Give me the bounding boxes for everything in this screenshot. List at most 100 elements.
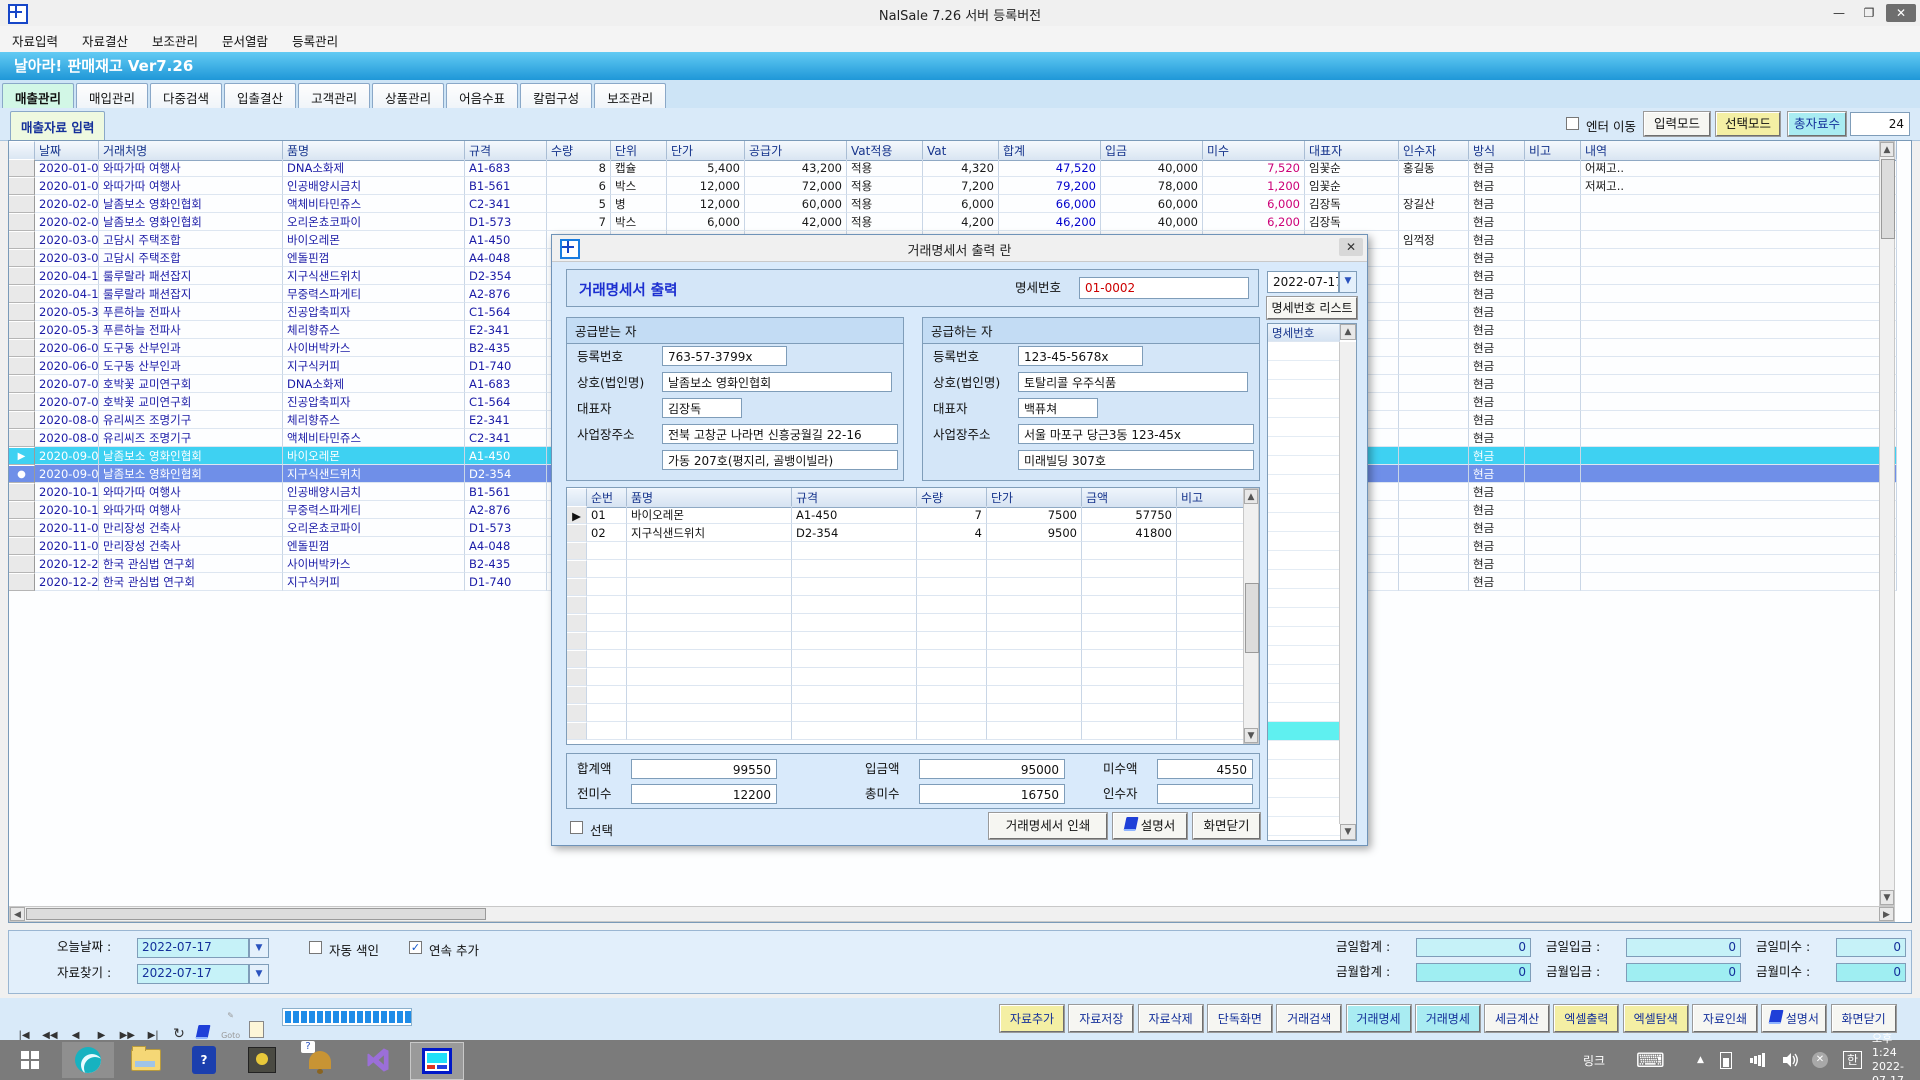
- items-cell[interactable]: [987, 578, 1082, 596]
- toolbar-button-6[interactable]: 거래명세: [1416, 1005, 1480, 1032]
- grid-cell[interactable]: 현금: [1469, 483, 1525, 501]
- statement-no-field[interactable]: 01-0002: [1079, 277, 1249, 299]
- grid-cell[interactable]: 날좀보소 영화인협회: [99, 195, 283, 213]
- grid-cell[interactable]: 현금: [1469, 555, 1525, 573]
- grid-cell[interactable]: 2020-08-03: [35, 411, 99, 429]
- grid-cell[interactable]: 6,200: [1203, 213, 1305, 231]
- items-cell[interactable]: [1082, 632, 1177, 650]
- items-row-selector[interactable]: [567, 722, 587, 740]
- statement-list-item[interactable]: [1268, 627, 1340, 646]
- seller-name-field[interactable]: 토탈리콜 우주식품: [1018, 372, 1248, 392]
- toolbar-button-10[interactable]: 자료인쇄: [1693, 1005, 1757, 1032]
- grid-cell[interactable]: [1525, 159, 1581, 177]
- grid-cell[interactable]: 만리장성 건축사: [99, 519, 283, 537]
- grid-cell[interactable]: [1581, 303, 1897, 321]
- grid-cell[interactable]: 12,000: [667, 177, 745, 195]
- items-cell[interactable]: [792, 614, 917, 632]
- grid-header-12[interactable]: 미수: [1203, 141, 1305, 161]
- grid-cell[interactable]: 현금: [1469, 303, 1525, 321]
- row-selector[interactable]: ▶: [9, 447, 35, 465]
- row-selector[interactable]: [9, 195, 35, 213]
- grid-cell[interactable]: [1525, 249, 1581, 267]
- items-cell[interactable]: [627, 704, 792, 722]
- package-box-icon[interactable]: [236, 1042, 288, 1078]
- items-row-selector[interactable]: [567, 614, 587, 632]
- maximize-button[interactable]: ❐: [1854, 4, 1884, 22]
- grid-cell[interactable]: 적용: [847, 195, 923, 213]
- grid-cell[interactable]: 액체비타민쥬스: [283, 195, 465, 213]
- statement-list-item[interactable]: [1268, 456, 1340, 475]
- grid-cell[interactable]: [1581, 321, 1897, 339]
- items-cell[interactable]: [917, 686, 987, 704]
- row-selector[interactable]: [9, 249, 35, 267]
- grid-cell[interactable]: [1399, 537, 1469, 555]
- grid-cell[interactable]: 현금: [1469, 573, 1525, 591]
- grid-cell[interactable]: 2020-10-11: [35, 483, 99, 501]
- items-cell[interactable]: [792, 668, 917, 686]
- grid-cell[interactable]: 40,000: [1101, 213, 1203, 231]
- grid-cell[interactable]: [1525, 573, 1581, 591]
- grid-cell[interactable]: 2020-07-02: [35, 375, 99, 393]
- grid-cell[interactable]: [1399, 429, 1469, 447]
- file-explorer-icon[interactable]: [120, 1042, 172, 1078]
- statement-list-scroll-down-icon[interactable]: ▼: [1340, 824, 1356, 840]
- items-row-selector[interactable]: [567, 650, 587, 668]
- grid-cell[interactable]: 고담시 주택조합: [99, 249, 283, 267]
- grid-cell[interactable]: 2020-05-30: [35, 321, 99, 339]
- grid-cell[interactable]: [1581, 195, 1897, 213]
- grid-cell[interactable]: 2020-09-05: [35, 447, 99, 465]
- grid-cell[interactable]: 오리온쵸코파이: [283, 213, 465, 231]
- statement-date-select[interactable]: 2022-07-17: [1267, 271, 1339, 293]
- row-selector[interactable]: [9, 555, 35, 573]
- grid-cell[interactable]: 5: [547, 195, 611, 213]
- items-cell[interactable]: [587, 560, 627, 578]
- grid-cell[interactable]: B1-561: [465, 483, 547, 501]
- statement-list-item[interactable]: [1268, 513, 1340, 532]
- grid-cell[interactable]: 79,200: [999, 177, 1101, 195]
- grid-cell[interactable]: E2-341: [465, 321, 547, 339]
- items-row-selector[interactable]: [567, 686, 587, 704]
- statement-list-item[interactable]: [1268, 741, 1340, 760]
- items-cell[interactable]: [792, 596, 917, 614]
- grid-cell[interactable]: 와따가따 여행사: [99, 483, 283, 501]
- tab-5[interactable]: 상품관리: [372, 83, 444, 111]
- statement-list-scroll-track[interactable]: [1339, 342, 1356, 824]
- grid-cell[interactable]: [1525, 519, 1581, 537]
- grid-cell[interactable]: [1581, 285, 1897, 303]
- grid-cell[interactable]: 40,000: [1101, 159, 1203, 177]
- grid-cell[interactable]: 임꺽정: [1399, 231, 1469, 249]
- grid-cell[interactable]: 현금: [1469, 447, 1525, 465]
- grid-cell[interactable]: 날좀보소 영화인협회: [99, 447, 283, 465]
- grid-cell[interactable]: D2-354: [465, 267, 547, 285]
- menu-item-0[interactable]: 자료입력: [0, 26, 70, 55]
- grid-cell[interactable]: 호박꽃 교미연구회: [99, 375, 283, 393]
- grid-cell[interactable]: 60,000: [1101, 195, 1203, 213]
- grid-cell[interactable]: 2020-08-03: [35, 429, 99, 447]
- items-cell[interactable]: 7: [917, 506, 987, 524]
- grid-cell[interactable]: [1525, 537, 1581, 555]
- items-row[interactable]: [567, 704, 1259, 722]
- seller-addr1-field[interactable]: 서울 마포구 당근3동 123-45x: [1018, 424, 1254, 444]
- items-cell[interactable]: [587, 650, 627, 668]
- items-cell[interactable]: [987, 686, 1082, 704]
- grid-cell[interactable]: 만리장성 건축사: [99, 537, 283, 555]
- grid-cell[interactable]: 룰루랄라 패션잡지: [99, 267, 283, 285]
- grid-cell[interactable]: 현금: [1469, 195, 1525, 213]
- statement-list-button[interactable]: 명세번호 리스트: [1267, 297, 1357, 319]
- items-cell[interactable]: [987, 704, 1082, 722]
- grid-cell[interactable]: 무중력스파게티: [283, 501, 465, 519]
- grid-cell[interactable]: 7,520: [1203, 159, 1305, 177]
- items-cell[interactable]: [987, 632, 1082, 650]
- grid-cell[interactable]: 5,400: [667, 159, 745, 177]
- items-cell[interactable]: [1177, 542, 1244, 560]
- items-cell[interactable]: D2-354: [792, 524, 917, 542]
- grid-cell[interactable]: 유리씨즈 조명기구: [99, 411, 283, 429]
- grid-cell[interactable]: C1-564: [465, 393, 547, 411]
- grid-cell[interactable]: 2020-02-06: [35, 213, 99, 231]
- grid-cell[interactable]: 78,000: [1101, 177, 1203, 195]
- statement-list-item[interactable]: [1268, 532, 1340, 551]
- items-cell[interactable]: [627, 632, 792, 650]
- grid-cell[interactable]: [1525, 411, 1581, 429]
- items-cell[interactable]: [987, 614, 1082, 632]
- tray-link-label[interactable]: 링크: [1583, 1040, 1605, 1080]
